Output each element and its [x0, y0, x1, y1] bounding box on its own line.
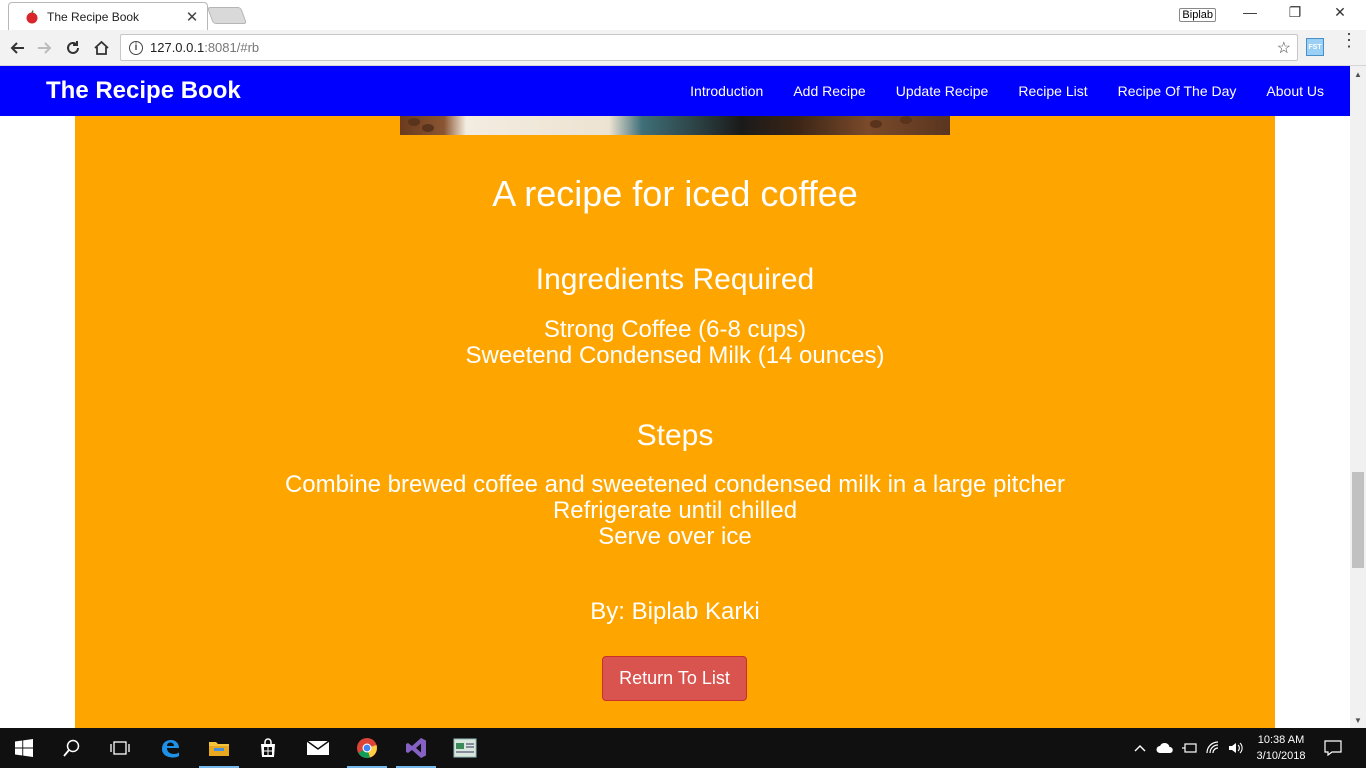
brand-title[interactable]: The Recipe Book — [46, 77, 241, 105]
tab-close-icon[interactable]: ✕ — [185, 8, 199, 26]
nav-recipe-list[interactable]: Recipe List — [1018, 83, 1087, 99]
nav-recipe-of-the-day[interactable]: Recipe Of The Day — [1118, 83, 1237, 99]
reload-icon[interactable] — [62, 37, 84, 59]
tray-chevron-up-icon[interactable] — [1132, 728, 1148, 768]
tab-title: The Recipe Book — [47, 9, 140, 24]
url-path: :8081/#rb — [204, 40, 260, 55]
edge-browser-icon[interactable] — [146, 728, 194, 768]
nav-update-recipe[interactable]: Update Recipe — [896, 83, 989, 99]
nav-add-recipe[interactable]: Add Recipe — [793, 83, 865, 99]
windows-taskbar: 10:38 AM 3/10/2018 — [0, 728, 1366, 768]
onedrive-cloud-icon[interactable] — [1154, 728, 1176, 768]
windows-start-icon[interactable] — [0, 728, 48, 768]
step-item: Refrigerate until chilled — [552, 497, 798, 524]
steps-heading: Steps — [636, 419, 714, 452]
nav-introduction[interactable]: Introduction — [690, 83, 763, 99]
action-center-icon[interactable] — [1320, 728, 1346, 768]
steps-list: Combine brewed coffee and sweetened cond… — [75, 472, 1275, 550]
scroll-up-icon[interactable]: ▲ — [1350, 66, 1366, 82]
recipe-title: A recipe for iced coffee — [492, 173, 858, 214]
chrome-icon[interactable] — [343, 728, 391, 768]
return-to-list-button[interactable]: Return To List — [602, 656, 747, 701]
address-bar[interactable]: i 127.0.0.1:8081/#rb ☆ — [120, 34, 1298, 61]
coffee-bean-icon — [422, 124, 434, 132]
coffee-bean-icon — [408, 118, 420, 126]
restore-icon[interactable]: ❐ — [1275, 4, 1315, 24]
mail-icon[interactable] — [294, 728, 342, 768]
coffee-bean-icon — [870, 120, 882, 128]
page-scrollbar[interactable]: ▲ ▼ — [1350, 66, 1366, 728]
site-info-icon[interactable]: i — [129, 40, 143, 55]
store-icon[interactable] — [244, 728, 292, 768]
ingredients-heading: Ingredients Required — [535, 263, 815, 296]
ingredients-list: Strong Coffee (6-8 cups) Sweetend Conden… — [75, 317, 1275, 369]
new-tab-button[interactable] — [206, 7, 248, 24]
visual-studio-icon[interactable] — [392, 728, 440, 768]
ingredient-item: Strong Coffee (6-8 cups) — [543, 316, 807, 343]
browser-tab-strip: The Recipe Book ✕ Biplab — ❐ ✕ — [0, 0, 1366, 30]
nav-about-us[interactable]: About Us — [1266, 83, 1324, 99]
forward-icon[interactable] — [34, 37, 56, 59]
home-icon[interactable] — [90, 37, 112, 59]
browser-toolbar: i 127.0.0.1:8081/#rb ☆ FST ⋮ — [0, 30, 1366, 66]
site-navbar: The Recipe Book Introduction Add Recipe … — [0, 66, 1350, 116]
profile-name[interactable]: Biplab — [1179, 8, 1216, 22]
url-host: 127.0.0.1 — [150, 40, 205, 55]
recipe-panel: A recipe for iced coffee Ingredients Req… — [75, 66, 1275, 728]
nav-links: Introduction Add Recipe Update Recipe Re… — [660, 66, 1324, 116]
minimize-icon[interactable]: — — [1230, 4, 1270, 24]
ingredient-item: Sweetend Condensed Milk (14 ounces) — [465, 342, 885, 369]
volume-icon[interactable] — [1226, 728, 1246, 768]
file-explorer-icon[interactable] — [195, 728, 243, 768]
browser-tab[interactable]: The Recipe Book ✕ — [8, 2, 208, 30]
task-view-icon[interactable] — [96, 728, 144, 768]
browser-menu-icon[interactable]: ⋮ — [1340, 31, 1358, 49]
scroll-down-icon[interactable]: ▼ — [1350, 712, 1366, 728]
step-item: Combine brewed coffee and sweetened cond… — [284, 471, 1066, 498]
clock-date: 3/10/2018 — [1256, 750, 1306, 762]
close-window-icon[interactable]: ✕ — [1320, 4, 1360, 24]
app-window-icon[interactable] — [441, 728, 489, 768]
bookmark-star-icon[interactable]: ☆ — [1277, 38, 1291, 58]
clock-time: 10:38 AM — [1257, 734, 1305, 746]
search-icon[interactable] — [48, 728, 96, 768]
page-viewport: A recipe for iced coffee Ingredients Req… — [0, 66, 1350, 728]
apple-favicon-icon — [26, 9, 38, 23]
extension-icon[interactable]: FST — [1306, 38, 1324, 56]
battery-plug-icon[interactable] — [1180, 728, 1200, 768]
recipe-author: By: Biplab Karki — [590, 598, 760, 625]
scrollbar-thumb[interactable] — [1352, 472, 1364, 568]
wifi-icon[interactable] — [1204, 728, 1224, 768]
taskbar-clock[interactable]: 10:38 AM 3/10/2018 — [1248, 732, 1314, 764]
coffee-bean-icon — [900, 116, 912, 124]
back-icon[interactable] — [6, 37, 28, 59]
step-item: Serve over ice — [598, 523, 752, 550]
